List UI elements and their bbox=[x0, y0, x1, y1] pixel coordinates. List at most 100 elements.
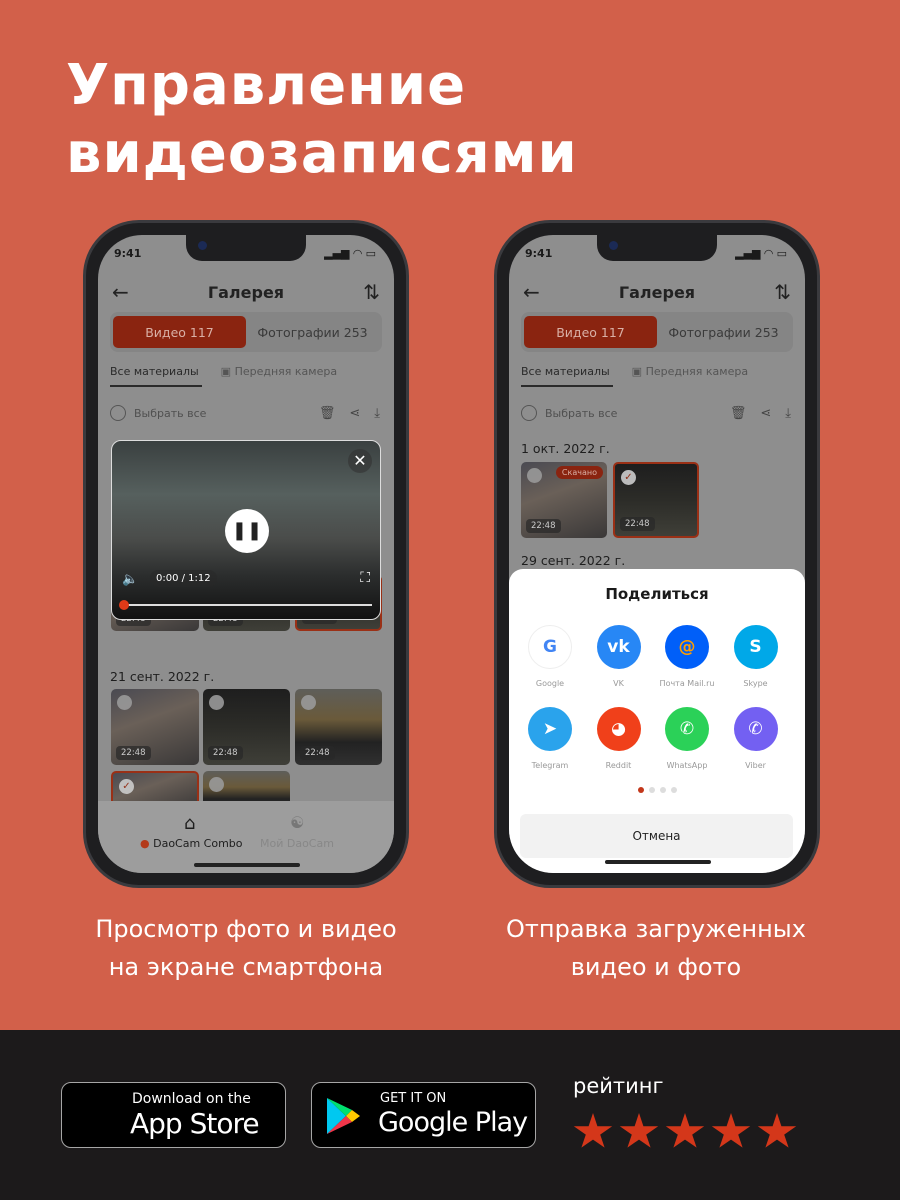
thumb-time: 22:48 bbox=[300, 746, 335, 760]
home-indicator bbox=[194, 863, 300, 867]
share-icon[interactable]: ⋖ bbox=[760, 406, 771, 421]
star-icon bbox=[573, 1113, 613, 1148]
thumb-checkbox[interactable] bbox=[301, 695, 316, 710]
store-small-text: Download on the bbox=[132, 1091, 251, 1107]
select-all-label: Выбрать все bbox=[545, 406, 618, 420]
date-header: 1 окт. 2022 г. bbox=[521, 441, 610, 456]
close-icon[interactable]: ✕ bbox=[348, 449, 372, 473]
back-icon[interactable]: ← bbox=[112, 280, 129, 304]
check-icon[interactable]: ✓ bbox=[621, 470, 636, 485]
check-icon[interactable]: ✓ bbox=[119, 779, 134, 794]
phone-left: 9:41 ▂▄▆ ◠ ▭ ← Галерея ⇅ Видео 117 Фотографи… bbox=[83, 220, 409, 888]
thumb-checkbox[interactable] bbox=[117, 695, 132, 710]
tab-photo[interactable]: Фотографии 253 bbox=[657, 316, 790, 348]
star-icon bbox=[711, 1113, 751, 1148]
select-all-checkbox[interactable] bbox=[521, 405, 537, 421]
cancel-button[interactable]: Отмена bbox=[520, 814, 793, 858]
app-store-button[interactable]: Download on the App Store bbox=[61, 1082, 286, 1148]
telegram-icon: ➤ bbox=[528, 707, 572, 751]
tab-photo[interactable]: Фотографии 253 bbox=[246, 316, 379, 348]
signal-wifi-battery-icon: ▂▄▆ ◠ ▭ bbox=[324, 247, 376, 260]
share-app-whatsapp[interactable]: ✆ WhatsApp bbox=[652, 707, 722, 770]
viber-icon: ✆ bbox=[733, 707, 778, 751]
thumbnail[interactable]: Скачано 22:48 bbox=[521, 462, 607, 538]
select-all-checkbox[interactable] bbox=[110, 405, 126, 421]
share-app-label: Viber bbox=[745, 761, 766, 770]
page-dot[interactable] bbox=[648, 787, 655, 793]
segmented-control: Видео 117 Фотографии 253 bbox=[110, 312, 382, 352]
skype-icon: S bbox=[733, 625, 778, 669]
volume-icon[interactable]: 🔈 bbox=[122, 572, 138, 587]
google-play-icon bbox=[327, 1098, 360, 1134]
trash-icon[interactable]: 🗑 bbox=[730, 406, 747, 421]
clock: 9:41 bbox=[114, 247, 142, 260]
tab-underline bbox=[521, 385, 613, 387]
page-dot[interactable] bbox=[659, 787, 666, 793]
headline-line: Управление bbox=[66, 53, 467, 118]
fullscreen-icon[interactable]: ⛶ bbox=[360, 570, 370, 586]
video-player[interactable]: ✕ ❚❚ 🔈 0:00 / 1:12 ⛶ bbox=[111, 440, 381, 620]
download-icon[interactable]: ⤓ bbox=[374, 406, 380, 421]
share-app-skype[interactable]: S Skype bbox=[721, 625, 791, 688]
progress-handle[interactable] bbox=[119, 600, 129, 610]
home-indicator bbox=[605, 860, 711, 864]
tab-front-camera[interactable]: ▣ Передняя камера bbox=[221, 365, 337, 378]
share-app-telegram[interactable]: ➤ Telegram bbox=[515, 707, 585, 770]
share-sheet: Поделиться G Google vk VK @ Почта Mail.ru S Sky… bbox=[509, 569, 805, 873]
tab-all[interactable]: Все материалы bbox=[110, 365, 199, 378]
trash-icon[interactable]: 🗑 bbox=[319, 406, 336, 421]
share-app-mailru[interactable]: @ Почта Mail.ru bbox=[652, 625, 722, 688]
download-icon[interactable]: ⤓ bbox=[785, 406, 791, 421]
camera bbox=[609, 241, 618, 250]
yin-yang-icon[interactable]: ☯ bbox=[290, 813, 304, 832]
page-title: Галерея bbox=[618, 282, 696, 302]
sort-icon[interactable]: ⇅ bbox=[363, 280, 380, 304]
sort-icon[interactable]: ⇅ bbox=[774, 280, 791, 304]
thumbnail[interactable]: 22:48 bbox=[111, 689, 199, 765]
google-play-button[interactable]: GET IT ON Google Play bbox=[311, 1082, 536, 1148]
share-app-viber[interactable]: ✆ Viber bbox=[721, 707, 791, 770]
tab-video[interactable]: Видео 117 bbox=[524, 316, 657, 348]
nav-home[interactable]: ● DaoCam Combo bbox=[140, 837, 243, 850]
tab-front-camera[interactable]: ▣ Передняя камера bbox=[632, 365, 748, 378]
nav-my[interactable]: Мой DaoCam bbox=[260, 837, 334, 850]
segmented-control: Видео 117 Фотографии 253 bbox=[521, 312, 793, 352]
thumb-checkbox[interactable] bbox=[209, 777, 224, 792]
tab-all[interactable]: Все материалы bbox=[521, 365, 610, 378]
rating-label: рейтинг bbox=[573, 1074, 664, 1098]
thumb-time: 22:48 bbox=[116, 746, 151, 760]
page-dot[interactable] bbox=[637, 787, 644, 793]
pause-icon[interactable]: ❚❚ bbox=[225, 509, 269, 553]
home-icon[interactable]: ⌂ bbox=[184, 813, 195, 834]
store-big-text: App Store bbox=[130, 1107, 260, 1140]
back-icon[interactable]: ← bbox=[523, 280, 540, 304]
share-app-google[interactable]: G Google bbox=[515, 625, 585, 688]
downloaded-badge: Скачано bbox=[555, 466, 603, 479]
thumbnail[interactable]: 22:48 bbox=[203, 689, 290, 765]
clock: 9:41 bbox=[525, 247, 553, 260]
share-app-label: Google bbox=[535, 679, 565, 688]
camera bbox=[198, 241, 207, 250]
headline-line: видеозаписями bbox=[66, 121, 578, 186]
share-icon[interactable]: ⋖ bbox=[349, 406, 360, 421]
share-app-vk[interactable]: vk VK bbox=[584, 625, 654, 688]
page-dot[interactable] bbox=[670, 787, 677, 793]
thumb-checkbox[interactable] bbox=[527, 468, 542, 483]
phone-right: 9:41 ▂▄▆ ◠ ▭ ← Галерея ⇅ Видео 117 Фотографи… bbox=[494, 220, 820, 888]
thumbnail[interactable]: ✓ 22:48 bbox=[613, 462, 699, 538]
select-all-label: Выбрать все bbox=[134, 406, 207, 420]
share-app-reddit[interactable]: ◕ Reddit bbox=[584, 707, 654, 770]
google-icon: G bbox=[528, 625, 572, 669]
thumb-checkbox[interactable] bbox=[209, 695, 224, 710]
progress-track[interactable] bbox=[122, 604, 372, 606]
whatsapp-icon: ✆ bbox=[665, 707, 709, 751]
share-app-label: Telegram bbox=[531, 761, 569, 770]
star-icon bbox=[757, 1113, 797, 1148]
caption-line: Отправка загруженных bbox=[506, 915, 806, 943]
thumbnail[interactable]: 22:48 bbox=[295, 689, 382, 765]
caption-right: Отправка загруженных видео и фото bbox=[456, 910, 856, 986]
page-title: Галерея bbox=[207, 282, 285, 302]
caption-line: видео и фото bbox=[570, 953, 742, 981]
share-app-label: Reddit bbox=[605, 761, 632, 770]
tab-video[interactable]: Видео 117 bbox=[113, 316, 246, 348]
